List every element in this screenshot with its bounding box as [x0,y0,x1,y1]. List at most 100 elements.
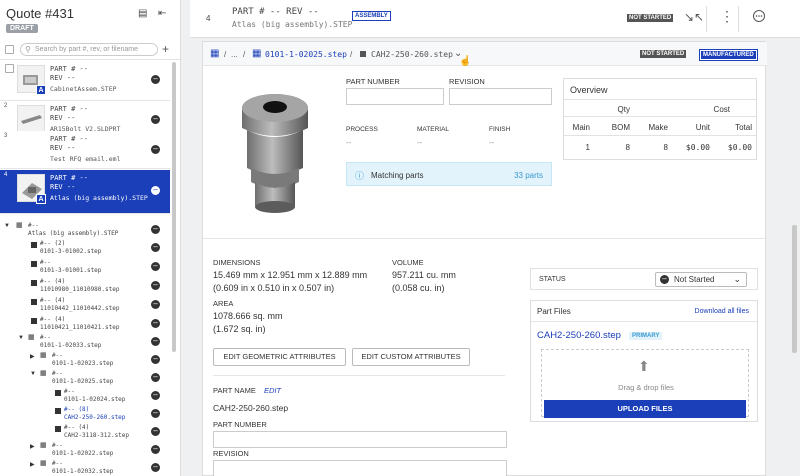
pn-revision-input[interactable] [213,460,507,476]
root-assembly-icon[interactable]: ▦ [210,48,219,59]
part-name-edit-link[interactable]: EDIT [264,386,281,395]
remove-part-button[interactable]: – [151,243,160,252]
download-all-link[interactable]: Download all files [695,308,749,315]
fitting-render-icon [242,94,308,213]
file-link[interactable]: CAH2-250-260.step [537,330,621,341]
part-row-4-selected[interactable]: 4 A PART # -- REV -- Atlas (big assembly… [0,170,170,214]
tree-row[interactable]: #-- 0101-1-02024.step – [4,388,169,404]
caret-right-icon[interactable]: ▶ [30,443,35,450]
search-row: ⚲ Search by part #, rev, or filename + [0,40,180,60]
crumb-ellipsis[interactable]: ... [231,50,238,59]
volume-label: VOLUME [392,258,424,267]
caret-right-icon[interactable]: ▶ [30,461,35,468]
part-checkbox[interactable] [5,64,14,73]
upload-files-button[interactable]: UPLOAD FILES [544,400,746,418]
tree-row[interactable]: ▶ ▦ #-- 0101-1-02022.step – [4,442,169,458]
select-all-checkbox[interactable] [5,45,14,54]
collapse-sidebar-icon[interactable]: ⇤ [158,8,166,19]
remove-part-button[interactable]: – [151,75,160,84]
tree-row[interactable]: #-- (4) 11010980_11010980.step – [4,278,169,294]
tree-row[interactable]: ▶ ▦ #-- 0101-1-02032.step – [4,460,169,476]
more-vertical-icon[interactable]: ⋮ [720,8,734,25]
caret-down-icon[interactable]: ▼ [4,223,10,229]
part-cube-icon [31,280,37,286]
tree-row[interactable]: #-- (4) 11010442_11010442.step – [4,297,169,313]
notes-icon[interactable]: ▤ [138,8,147,19]
part-3d-preview[interactable] [207,78,342,230]
part-detail-panel: ▦ / ... / ▦ 0101-1-02025.step / CAH2-250… [202,41,767,476]
overview-card: Overview Qty Cost Main BOM Make Unit Tot… [563,78,757,160]
remove-part-button[interactable]: – [151,225,160,234]
file-drop-zone[interactable]: ⬆ Drag & drop files UPLOAD FILES [541,349,749,418]
remove-part-button[interactable]: – [151,445,160,454]
remove-part-button[interactable]: – [151,262,160,271]
remove-part-button[interactable]: – [151,409,160,418]
revision-input[interactable] [449,88,552,105]
tree-row-root[interactable]: ▼ ▦ #-- Atlas (big assembly).STEP – [4,222,169,238]
part-cube-icon [31,242,37,248]
part-row-3[interactable]: 3 PART # -- REV -- Test RFQ email.eml – [0,131,170,169]
drop-text: Drag & drop files [618,383,674,392]
col-main: Main [572,123,590,132]
dimensions-label: DIMENSIONS [213,258,261,267]
overview-title: Overview [570,85,608,95]
main-qty: 1 [585,143,590,152]
assembly-grid-icon: ▦ [252,48,262,59]
comment-icon[interactable] [752,10,766,26]
remove-part-button[interactable]: – [151,463,160,472]
matching-parts-banner[interactable]: ⓘ Matching parts 33 parts [346,162,552,186]
divider [564,116,756,117]
caret-right-icon[interactable]: ▶ [30,353,35,360]
part-index: 3 [4,133,8,139]
remove-part-button[interactable]: – [151,391,160,400]
part-rev: REV -- [50,114,76,122]
bolt-thumbnail-icon [21,115,42,124]
remove-part-button[interactable]: – [151,373,160,382]
quote-title: Quote #431 [6,6,74,21]
crumb-parent-link[interactable]: 0101-1-02025.step [265,50,347,59]
tree-row[interactable]: #-- (4) CAH2-3118-312.step – [4,424,169,440]
remove-part-button[interactable]: – [151,319,160,328]
remove-part-button[interactable]: – [151,115,160,124]
remove-part-button[interactable]: – [151,145,160,154]
tree-row[interactable]: #-- 0101-3-01001.step – [4,259,169,275]
material-label: MATERIAL [417,126,450,133]
sidebar-scrollbar[interactable] [172,62,176,352]
tree-row[interactable]: ▶ ▦ #-- 0101-1-02023.step – [4,352,169,368]
main-scrollbar[interactable] [792,225,797,353]
remove-part-button[interactable]: – [151,281,160,290]
volume-in: (0.058 cu. in) [392,283,445,293]
search-placeholder: Search by part #, rev, or filename [35,46,138,53]
part-row-1[interactable]: A PART # -- REV -- CabinetAssem.STEP – [0,61,170,101]
caret-down-icon[interactable]: ▼ [30,371,36,377]
remove-part-button[interactable]: – [151,300,160,309]
part-filename: Atlas (big assembly).STEP [50,194,148,202]
tree-row[interactable]: #-- (4) 11010421_11010421.step – [4,316,169,332]
matching-parts-count[interactable]: 33 parts [514,171,543,180]
search-input[interactable]: ⚲ Search by part #, rev, or filename [20,43,158,56]
part-number-input[interactable] [346,88,444,105]
process-value[interactable]: -- [346,138,351,147]
finish-value[interactable]: -- [489,138,494,147]
remove-part-button[interactable]: – [151,186,160,195]
edit-geometric-attributes-button[interactable]: EDIT GEOMETRIC ATTRIBUTES [213,348,346,366]
status-select[interactable]: – Not Started ⌄ [655,272,747,287]
edit-custom-attributes-button[interactable]: EDIT CUSTOM ATTRIBUTES [352,348,470,366]
remove-part-button[interactable]: – [151,427,160,436]
tree-row[interactable]: ▼ ▦ #-- 0101-1-02025.step – [4,370,169,386]
tree-row[interactable]: #-- (2) 0101-3-01002.step – [4,240,169,256]
remove-part-button[interactable]: – [151,355,160,364]
dimensions-mm: 15.469 mm x 12.951 mm x 12.889 mm [213,270,368,280]
add-part-button[interactable]: + [162,42,169,56]
tree-row-active[interactable]: #-- (8) CAH2-250-260.step – [4,406,169,422]
material-value[interactable]: -- [417,138,422,147]
tree-row[interactable]: ▼ ▦ #-- 0101-1-02033.step – [4,334,169,350]
area-mm: 1078.666 sq. mm [213,311,283,321]
top-status-badge: NOT STARTED [627,14,674,22]
collapse-arrows-icon[interactable]: ↘↖ [684,10,704,24]
pn-part-number-input[interactable] [213,431,507,448]
part-files-card: Part Files Download all files CAH2-250-2… [530,300,758,422]
caret-down-icon[interactable]: ▼ [18,335,24,341]
part-cube-icon [55,426,61,432]
remove-part-button[interactable]: – [151,337,160,346]
